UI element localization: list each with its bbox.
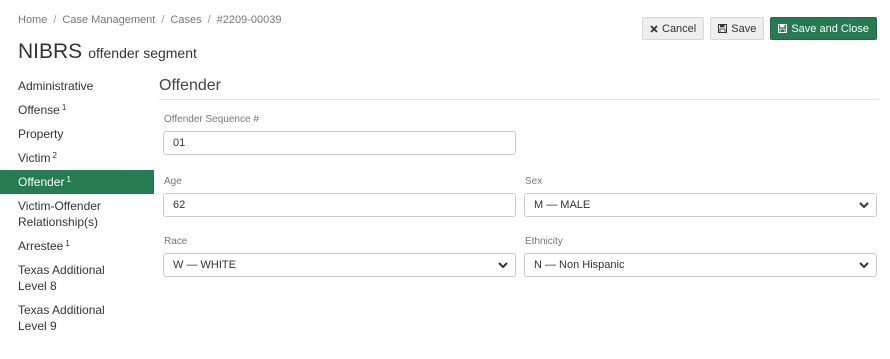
sidebar-item-label: Offender	[18, 175, 65, 189]
sidebar-item-offense[interactable]: Offense 1	[0, 98, 154, 122]
sidebar-item-badge: 1	[65, 239, 70, 248]
sidebar-item-badge: 1	[61, 103, 67, 112]
save-and-close-button[interactable]: Save and Close	[770, 17, 877, 40]
sidebar-item-label: Victim	[18, 151, 51, 165]
page-title-main: NIBRS	[18, 40, 83, 63]
age-label: Age	[164, 176, 182, 187]
sidebar-item-label: Property	[18, 127, 64, 141]
floppy-disk-icon	[778, 24, 788, 33]
save-label: Save	[731, 22, 757, 35]
sex-select[interactable]: M — MALE	[524, 193, 877, 217]
sidebar: Administrative Offense 1 Property Victim 2…	[0, 74, 154, 338]
race-value: W — WHITE	[173, 259, 236, 271]
breadcrumb-cases[interactable]: Cases	[170, 14, 201, 26]
race-label: Race	[164, 236, 188, 247]
sidebar-item-texas-additional-level-8[interactable]: Texas Additional Level 8	[0, 258, 154, 298]
breadcrumb-current: #2209-00039	[216, 14, 282, 26]
chevron-down-icon	[859, 202, 869, 209]
sidebar-item-label: Administrative	[18, 79, 94, 93]
cancel-label: Cancel	[662, 22, 697, 35]
sidebar-item-offender[interactable]: Offender 1	[0, 170, 154, 194]
breadcrumb-case-management[interactable]: Case Management	[62, 14, 155, 26]
sidebar-item-victim[interactable]: Victim 2	[0, 146, 154, 170]
page-title: NIBRS offender segment	[18, 40, 197, 64]
ethnicity-select[interactable]: N — Non Hispanic	[524, 253, 877, 277]
offender-sequence-value: 01	[173, 137, 186, 149]
chevron-down-icon	[859, 262, 869, 269]
sidebar-item-label: Arrestee	[18, 239, 64, 253]
chevron-down-icon	[498, 262, 508, 269]
sex-label: Sex	[525, 176, 543, 187]
breadcrumb: Home / Case Management / Cases / #2209-0003…	[18, 14, 282, 26]
sidebar-item-label: Texas Additional Level 9	[18, 303, 105, 333]
sidebar-item-label: Victim-Offender Relationship(s)	[18, 199, 101, 229]
section-title: Offender	[159, 74, 879, 100]
offender-sequence-label: Offender Sequence #	[164, 114, 259, 125]
save-and-close-label: Save and Close	[791, 22, 869, 35]
sidebar-item-victim-offender-relationships[interactable]: Victim-Offender Relationship(s)	[0, 194, 154, 234]
ethnicity-label: Ethnicity	[525, 236, 563, 247]
cancel-button[interactable]: Cancel	[642, 17, 705, 40]
sex-value: M — MALE	[534, 199, 591, 211]
sidebar-item-badge: 1	[66, 175, 71, 184]
age-value: 62	[173, 199, 186, 211]
sidebar-item-arrestee[interactable]: Arrestee 1	[0, 234, 154, 258]
sidebar-item-label: Texas Additional Level 8	[18, 263, 105, 293]
floppy-disk-icon	[718, 24, 728, 33]
sidebar-item-texas-additional-level-9[interactable]: Texas Additional Level 9	[0, 298, 154, 338]
action-bar: Cancel Save Save and Close	[642, 17, 877, 40]
sidebar-item-badge: 2	[52, 151, 57, 160]
sidebar-item-label: Offense	[18, 103, 60, 117]
sidebar-item-property[interactable]: Property	[0, 122, 154, 146]
main-content: Offender	[159, 74, 879, 100]
page-title-sub: offender segment	[88, 45, 197, 61]
breadcrumb-home[interactable]: Home	[18, 14, 47, 26]
ethnicity-value: N — Non Hispanic	[534, 259, 625, 271]
close-icon	[650, 24, 658, 33]
sidebar-item-administrative[interactable]: Administrative	[0, 74, 154, 98]
race-select[interactable]: W — WHITE	[163, 253, 516, 277]
offender-sequence-input[interactable]: 01	[163, 131, 516, 155]
save-button[interactable]: Save	[710, 17, 765, 40]
age-input[interactable]: 62	[163, 193, 516, 217]
